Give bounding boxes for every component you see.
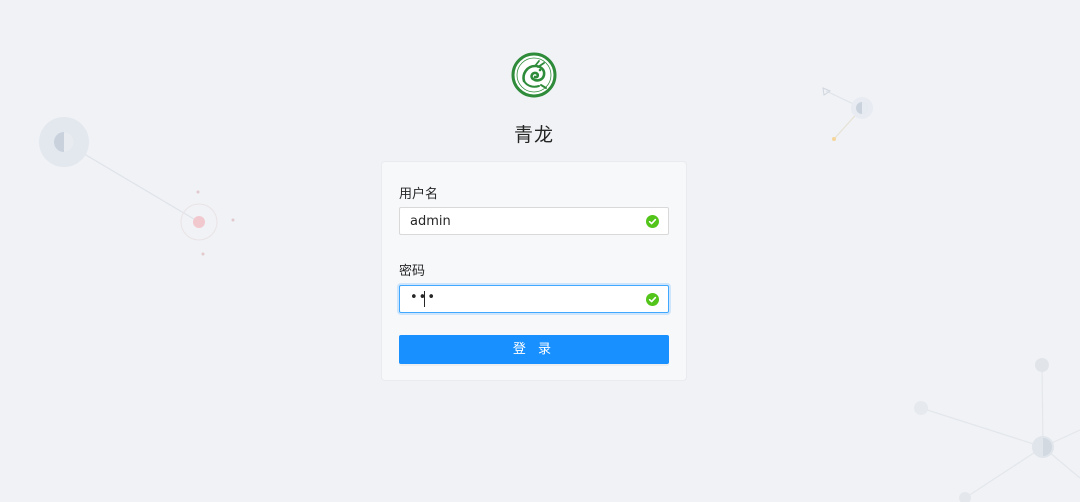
password-input[interactable]: ••• <box>399 285 669 313</box>
qinglong-logo <box>511 52 557 98</box>
username-input[interactable]: admin <box>399 207 669 235</box>
check-circle-icon <box>646 293 659 306</box>
username-label: 用户名 <box>399 187 439 202</box>
app-title: 青龙 <box>513 124 554 146</box>
password-label: 密码 <box>399 264 426 279</box>
login-page: 青龙 用户名 admin 密码 ••• 登 录 <box>0 0 1080 502</box>
login-form: 用户名 admin 密码 ••• 登 录 <box>381 161 687 381</box>
text-caret <box>424 291 425 307</box>
username-value: admin <box>410 214 451 229</box>
check-circle-icon <box>646 215 659 228</box>
password-mask: ••• <box>410 290 437 305</box>
login-button[interactable]: 登 录 <box>399 335 669 364</box>
